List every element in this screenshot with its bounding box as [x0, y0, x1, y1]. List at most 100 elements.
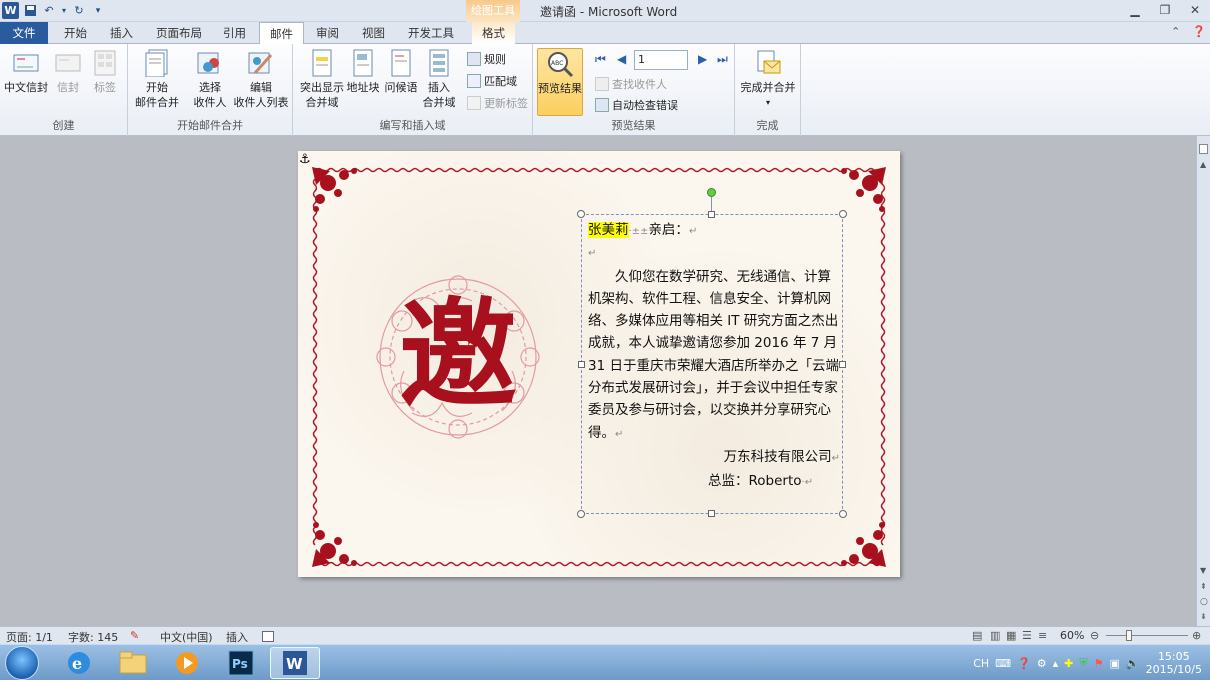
invitation-textbox[interactable]: 张美莉·±±亲启：↵ ↵ 久仰您在数学研究、无线通信、计算机架构、软件工程、信息… — [577, 210, 847, 518]
invitation-body[interactable]: 久仰您在数学研究、无线通信、计算机架构、软件工程、信息安全、计算机网络、多媒体应… — [588, 266, 840, 446]
envelope-button[interactable]: 信封 — [54, 48, 82, 95]
tab-format[interactable]: 格式 — [472, 22, 515, 44]
resize-handle[interactable] — [839, 510, 847, 518]
next-page-icon[interactable]: ⇟ — [1200, 612, 1207, 621]
redo-icon[interactable]: ↻ — [71, 3, 87, 19]
proofing-icon[interactable]: ✎ — [130, 629, 139, 642]
ime-indicator[interactable]: CH — [973, 657, 989, 670]
add-icon[interactable]: ✚ — [1064, 657, 1073, 670]
resize-handle[interactable] — [577, 210, 585, 218]
keyboard-icon[interactable]: ⌨ — [995, 657, 1011, 670]
tab-mailings[interactable]: 邮件 — [259, 22, 304, 45]
next-record-icon[interactable]: ▶ — [698, 52, 707, 66]
finish-and-merge-button[interactable]: 完成并合并 ▾ — [737, 48, 799, 110]
match-fields-button[interactable]: 匹配域 — [467, 72, 517, 90]
tab-references[interactable]: 引用 — [213, 22, 256, 44]
scroll-down-icon[interactable]: ▼ — [1200, 566, 1206, 575]
help-tray-icon[interactable]: ❓ — [1017, 657, 1031, 670]
tab-developer[interactable]: 开发工具 — [398, 22, 464, 44]
ruler-toggle-icon[interactable] — [1199, 144, 1208, 154]
insert-merge-field-button[interactable]: 插入 合并域 — [419, 48, 459, 110]
highlight-merge-fields-button[interactable]: 突出显示 合并域 — [297, 48, 347, 110]
document-page[interactable]: ⚓ 邀 张美莉·±±亲启：↵ ↵ 久仰您在数学研究、无线通信、计算机架构、软件工… — [298, 151, 900, 577]
page-count[interactable]: 页面: 1/1 — [6, 629, 53, 645]
select-recipients-button[interactable]: 选择 收件人 — [186, 48, 234, 110]
zoom-slider-thumb[interactable] — [1126, 630, 1132, 641]
resize-handle[interactable] — [839, 210, 847, 218]
tab-page-layout[interactable]: 页面布局 — [146, 22, 212, 44]
tab-insert[interactable]: 插入 — [100, 22, 143, 44]
record-number-input[interactable]: 1 — [634, 50, 688, 70]
media-player-icon[interactable] — [162, 647, 212, 679]
vertical-scrollbar[interactable]: ▲ ▼ ⇞ ○ ⇟ — [1196, 136, 1210, 626]
tab-view[interactable]: 视图 — [352, 22, 395, 44]
security-shield-icon[interactable]: ⛨ — [1079, 656, 1087, 670]
rules-button[interactable]: 规则 — [467, 50, 506, 68]
word-logo-icon[interactable]: W — [2, 2, 19, 19]
word-count[interactable]: 字数: 145 — [68, 629, 118, 645]
ime-settings-icon[interactable]: ⚙ — [1037, 657, 1047, 670]
find-recipient-button[interactable]: 查找收件人 — [595, 75, 667, 93]
previous-record-icon[interactable]: ◀ — [617, 52, 626, 66]
chinese-envelope-button[interactable]: 中文信封 — [4, 48, 48, 95]
outline-icon[interactable]: ☰ — [1022, 629, 1032, 642]
minimize-icon[interactable]: ▁ — [1120, 0, 1150, 20]
textbox-content[interactable]: 张美莉·±±亲启：↵ ↵ 久仰您在数学研究、无线通信、计算机架构、软件工程、信息… — [588, 219, 840, 495]
insert-mode[interactable]: 插入 — [226, 629, 248, 645]
scroll-up-icon[interactable]: ▲ — [1200, 160, 1206, 169]
full-screen-reading-icon[interactable]: ▥ — [990, 629, 1000, 642]
resize-handle[interactable] — [708, 211, 715, 218]
resize-handle[interactable] — [839, 361, 846, 368]
greeting-line-button[interactable]: 问候语 — [383, 48, 419, 95]
first-record-icon[interactable]: ⏮ — [595, 52, 606, 67]
web-layout-icon[interactable]: ▦ — [1006, 629, 1016, 642]
minimize-ribbon-icon[interactable]: ⌃ — [1171, 25, 1180, 38]
resize-handle[interactable] — [708, 510, 715, 517]
file-explorer-icon[interactable] — [108, 647, 158, 679]
close-icon[interactable]: ✕ — [1180, 0, 1210, 20]
print-layout-icon[interactable]: ▤ — [972, 629, 982, 642]
signature-line[interactable]: 总监：Roberto·↵ — [588, 470, 840, 494]
volume-icon[interactable]: 🔈 — [1126, 657, 1140, 670]
photoshop-icon[interactable]: Ps — [216, 647, 266, 679]
internet-explorer-icon[interactable]: e — [54, 647, 104, 679]
previous-page-icon[interactable]: ⇞ — [1200, 582, 1207, 591]
preview-results-button[interactable]: ABC 预览结果 — [537, 48, 583, 116]
clock[interactable]: 15:05 2015/10/5 — [1146, 650, 1202, 676]
rotate-handle[interactable] — [707, 188, 716, 197]
help-icon[interactable]: ❓ — [1192, 25, 1206, 38]
save-icon[interactable] — [22, 3, 38, 19]
undo-icon[interactable]: ↶ — [41, 3, 57, 19]
zoom-out-icon[interactable]: ⊖ — [1090, 629, 1099, 642]
browse-object-icon[interactable]: ○ — [1200, 597, 1208, 607]
company-line[interactable]: 万东科技有限公司↵ — [588, 446, 840, 470]
language-indicator[interactable]: 中文(中国) — [160, 629, 213, 645]
undo-dropdown-icon[interactable]: ▾ — [60, 3, 68, 19]
word-taskbar-icon[interactable]: W — [270, 647, 320, 679]
tab-review[interactable]: 审阅 — [306, 22, 349, 44]
macro-record-icon[interactable] — [262, 631, 274, 642]
update-labels-button[interactable]: 更新标签 — [467, 94, 528, 112]
edit-recipient-list-button[interactable]: 编辑 收件人列表 — [232, 48, 290, 110]
network-icon[interactable]: ▣ — [1109, 657, 1119, 670]
address-block-button[interactable]: 地址块 — [345, 48, 381, 95]
tab-home[interactable]: 开始 — [54, 22, 97, 44]
last-record-icon[interactable]: ⏭ — [717, 52, 728, 67]
start-button-icon[interactable] — [5, 646, 39, 680]
labels-button[interactable]: 标签 — [90, 48, 120, 95]
zoom-slider[interactable] — [1106, 635, 1188, 636]
draft-icon[interactable]: ≡ — [1038, 629, 1047, 642]
show-hidden-icons-icon[interactable]: ▴ — [1053, 657, 1059, 670]
tab-file[interactable]: 文件 — [0, 22, 48, 44]
greeting-line[interactable]: 张美莉·±±亲启：↵ — [588, 219, 840, 243]
auto-check-errors-button[interactable]: 自动检查错误 — [595, 96, 678, 114]
restore-icon[interactable]: ❐ — [1150, 0, 1180, 20]
resize-handle[interactable] — [578, 361, 585, 368]
zoom-in-icon[interactable]: ⊕ — [1192, 629, 1201, 642]
resize-handle[interactable] — [577, 510, 585, 518]
customize-toolbar-icon[interactable]: ▾ — [90, 3, 106, 19]
action-center-icon[interactable]: ⚑ — [1094, 657, 1104, 670]
recipient-name-field[interactable]: 张美莉 — [588, 222, 629, 238]
zoom-level[interactable]: 60% — [1060, 629, 1084, 642]
start-mail-merge-button[interactable]: 开始 邮件合并 — [132, 48, 182, 110]
